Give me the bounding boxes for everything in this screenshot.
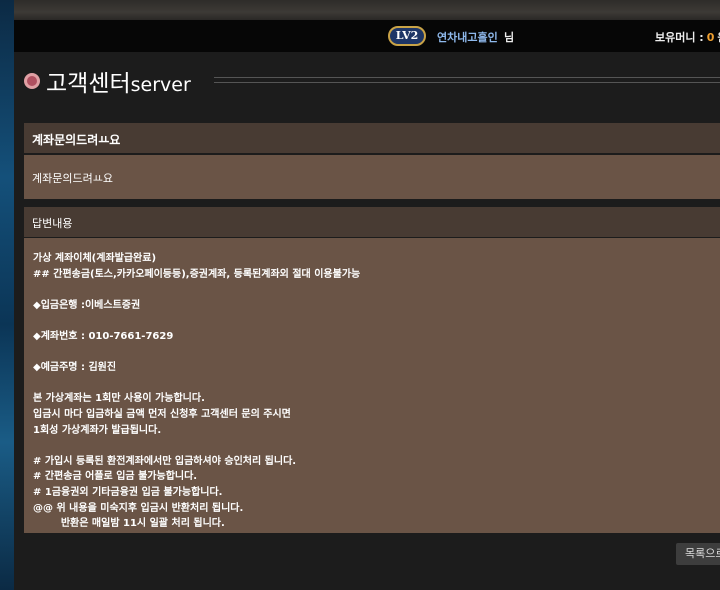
inquiry-subject: 계좌문의드려ㅛ요 bbox=[32, 133, 121, 147]
page-title-text: 고객센터 bbox=[46, 71, 131, 97]
back-to-list-button[interactable]: 목록으로 bbox=[676, 543, 720, 565]
title-divider bbox=[214, 77, 720, 83]
money-amount: 0 bbox=[706, 31, 715, 44]
money-label: 보유머니 : bbox=[655, 31, 704, 44]
username-suffix: 님 bbox=[504, 31, 515, 44]
title-bullet-icon bbox=[24, 73, 40, 89]
answer-header: 답변내용 bbox=[24, 207, 720, 237]
answer-header-label: 답변내용 bbox=[32, 217, 73, 230]
user-status-bar: LV2 연차내고홀인 님 보유머니 :0원 bbox=[14, 20, 720, 52]
inquiry-content-box: 계좌문의드려ㅛ요 bbox=[24, 155, 720, 199]
page-title-row: 고객센터server bbox=[14, 52, 720, 112]
money-display: 보유머니 :0원 bbox=[655, 29, 720, 45]
inquiry-content: 계좌문의드려ㅛ요 bbox=[32, 172, 113, 185]
answer-content-box: 가상 계좌이체(계좌발급완료) ## 간편송금(토스,카카오페이등등),증권계좌… bbox=[24, 238, 720, 533]
username-link[interactable]: 연차내고홀인 bbox=[437, 29, 498, 45]
answer-text: 가상 계좌이체(계좌발급완료) ## 간편송금(토스,카카오페이등등),증권계좌… bbox=[33, 253, 361, 530]
top-navigation-strip bbox=[14, 0, 720, 20]
inquiry-subject-header: 계좌문의드려ㅛ요 bbox=[24, 123, 720, 153]
page-title-suffix: server bbox=[130, 74, 191, 96]
page-title: 고객센터server bbox=[46, 64, 191, 98]
left-background-edge bbox=[0, 0, 14, 590]
level-badge: LV2 bbox=[388, 26, 426, 46]
